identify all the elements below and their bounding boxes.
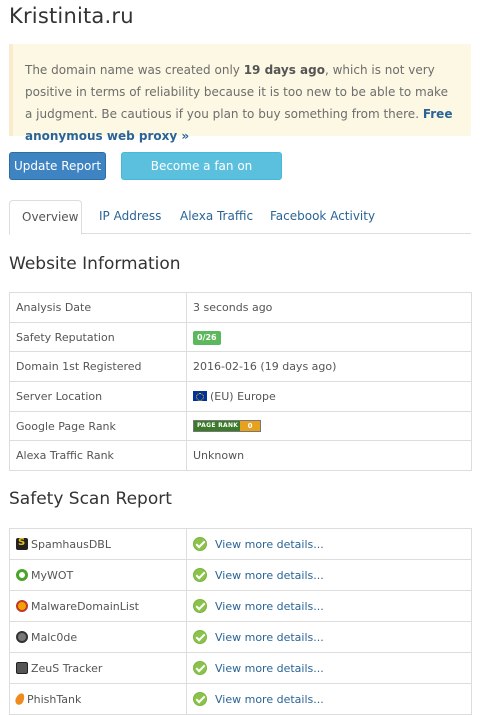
table-row: Domain 1st Registered 2016-02-16 (19 day… (9, 351, 472, 383)
table-row: ZeuS Tracker View more details... (9, 652, 472, 684)
row-label: Domain 1st Registered (9, 351, 187, 383)
check-icon (193, 599, 207, 613)
table-row: MyWOT View more details... (9, 559, 472, 591)
malc0de-icon (16, 630, 28, 643)
website-info-title: Website Information (9, 254, 181, 274)
zeus-tracker-icon (16, 661, 28, 674)
malwaredomainlist-icon (16, 599, 28, 612)
check-icon (193, 537, 207, 551)
service-name: MyWOT (31, 568, 74, 582)
tab-ip-address[interactable]: IP Address (87, 200, 173, 234)
tab-overview[interactable]: Overview (9, 200, 82, 235)
view-details-link[interactable]: View more details... (215, 538, 324, 551)
view-details-link[interactable]: View more details... (215, 693, 324, 706)
table-row: Server Location (EU) Europe (9, 381, 472, 412)
service-name: SpamhausDBL (31, 537, 111, 551)
service-name: ZeuS Tracker (31, 661, 103, 675)
alexa-rank-value: Unknown (186, 440, 472, 472)
view-details-link[interactable]: View more details... (215, 600, 324, 613)
facebook-fan-button[interactable]: Become a fan on Facebook (121, 152, 282, 199)
table-row: Google Page Rank PAGE RANK 0 (9, 410, 472, 442)
analysis-date-value: 3 seconds ago (186, 292, 472, 323)
row-label: Alexa Traffic Rank (9, 440, 187, 472)
warning-text-before: The domain name was created only (25, 63, 244, 77)
table-row: SpamhausDBL View more details... (9, 528, 472, 560)
tab-alexa-traffic[interactable]: Alexa Traffic (168, 200, 265, 234)
domain-age-warning: The domain name was created only 19 days… (9, 44, 471, 143)
row-label: Google Page Rank (9, 410, 187, 442)
phishtank-icon (13, 691, 27, 706)
table-row: Analysis Date 3 seconds ago (9, 292, 472, 323)
pagerank-label: PAGE RANK (197, 421, 239, 429)
check-icon (193, 692, 207, 706)
table-row: Malc0de View more details... (9, 621, 472, 653)
spamhaus-icon (16, 537, 28, 550)
eu-flag-icon (193, 390, 207, 401)
tab-facebook-activity[interactable]: Facebook Activity (258, 200, 387, 234)
server-location-value: (EU) Europe (210, 389, 276, 403)
row-label: Server Location (9, 381, 187, 412)
table-row: Alexa Traffic Rank Unknown (9, 440, 472, 472)
check-icon (193, 630, 207, 644)
report-tabs: Overview IP Address Alexa Traffic Facebo… (9, 200, 471, 235)
view-details-link[interactable]: View more details... (215, 631, 324, 644)
update-report-button[interactable]: Update Report (9, 152, 106, 180)
table-row: MalwareDomainList View more details... (9, 590, 472, 622)
safety-scan-table: SpamhausDBL View more details... MyWOT V… (9, 528, 472, 715)
safety-reputation-badge: 0/26 (193, 330, 221, 345)
view-details-link[interactable]: View more details... (215, 662, 324, 675)
row-label: Safety Reputation (9, 321, 187, 353)
mywot-icon (16, 568, 28, 581)
pagerank-badge: PAGE RANK 0 (193, 419, 261, 432)
pagerank-value: 0 (240, 420, 260, 431)
service-name: PhishTank (27, 692, 82, 706)
check-icon (193, 661, 207, 675)
table-row: Safety Reputation 0/26 (9, 321, 472, 353)
site-title: Kristinita.ru (9, 4, 134, 28)
website-info-table: Analysis Date 3 seconds ago Safety Reput… (9, 292, 472, 472)
service-name: MalwareDomainList (31, 599, 139, 613)
row-label: Analysis Date (9, 292, 187, 323)
safety-scan-title: Safety Scan Report (9, 489, 172, 509)
service-name: Malc0de (31, 630, 78, 644)
view-details-link[interactable]: View more details... (215, 569, 324, 582)
warning-days: 19 days ago (243, 63, 325, 77)
check-icon (193, 568, 207, 582)
table-row: PhishTank View more details... (9, 683, 472, 715)
domain-registered-value: 2016-02-16 (19 days ago) (186, 351, 472, 383)
